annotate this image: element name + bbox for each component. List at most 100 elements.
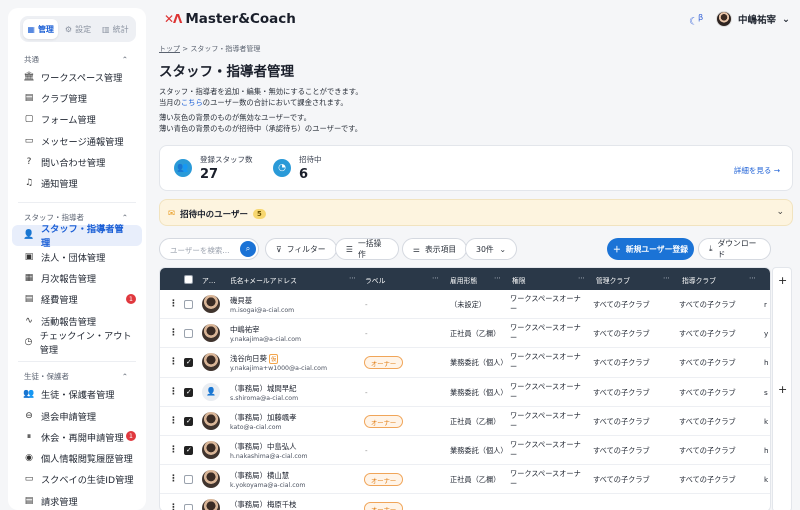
sidebar-item[interactable]: ◉ 個人情報閲覧履歴管理	[8, 447, 146, 468]
user-email: s.shiroma@a-cial.com	[230, 394, 299, 402]
coaching-club: すべての子クラブ	[679, 329, 736, 339]
page-size-select[interactable]: 30件 ⌄	[465, 238, 517, 260]
search-input[interactable]: ユーザーを検索... ⌕	[159, 238, 259, 260]
nav-section-header[interactable]: 生徒・保護者 ⌃	[8, 370, 146, 384]
sidebar-item[interactable]: 👤 スタッフ・指導者管理	[12, 224, 142, 249]
moon-icon: ☾	[689, 16, 698, 28]
user-email: m.isogai@a-cial.com	[230, 307, 295, 314]
sidebar: ▦ 管理 ⚙ 設定 ▥ 統計 共通 ⌃ 🏛 ワークスペース管理 ▤ クラブ管理 ▢ フォーム管理 ▭ メ…	[8, 8, 146, 510]
table-row[interactable]: ⋮ （事務局）中島弘人 h.nakashima@a-cial.com - 業務委…	[160, 436, 770, 466]
column-menu-icon[interactable]: ⋯	[578, 274, 585, 282]
sidebar-item[interactable]: ▭ メッセージ通報管理	[8, 130, 146, 151]
sidebar-item[interactable]: ▤ クラブ管理	[8, 87, 146, 108]
employment-type: 正社員（乙欄）	[450, 475, 501, 485]
table-row[interactable]: ⋮ （事務局）加藤颯孝 kato@a-cial.com オーナー 正社員（乙欄）…	[160, 407, 770, 436]
sidebar-item[interactable]: ♫ 通知管理	[8, 172, 146, 193]
search-button[interactable]: ⌕	[240, 241, 256, 257]
row-checkbox[interactable]	[184, 387, 193, 397]
sidebar-item[interactable]: ▢ フォーム管理	[8, 109, 146, 130]
column-menu-icon[interactable]: ⋯	[494, 274, 501, 282]
org-icon: ▣	[24, 251, 34, 262]
table-row[interactable]: ⋮ 👤 （事務局）城間早紀 s.shiroma@a-cial.com - 業務委…	[160, 378, 770, 407]
table-row[interactable]: ⋮ 中嶋祐宰 y.nakajima@a-cial.com - 正社員（乙欄） ワ…	[160, 319, 770, 349]
row-checkbox[interactable]	[184, 445, 193, 455]
sidebar-item[interactable]: ⊖ 退会申請管理	[8, 405, 146, 426]
row-menu-icon[interactable]: ⋮	[169, 357, 178, 367]
label-badge: オーナー	[364, 473, 404, 487]
row-menu-icon[interactable]: ⋮	[169, 387, 178, 397]
row-menu-icon[interactable]: ⋮	[169, 299, 178, 309]
table-side-panel: + +	[772, 267, 792, 510]
avatar	[202, 499, 220, 510]
sidebar-item[interactable]: ? 問い合わせ管理	[8, 151, 146, 172]
row-checkbox[interactable]	[184, 358, 193, 368]
row-menu-icon[interactable]: ⋮	[169, 445, 178, 455]
invited-users-panel[interactable]: ✉ 招待中のユーザー 5 ⌄	[159, 199, 793, 226]
column-menu-icon[interactable]: ⋯	[349, 274, 356, 282]
select-all-checkbox[interactable]	[184, 275, 193, 284]
avatar	[202, 470, 220, 489]
sidebar-item[interactable]: ▭ スクベイの生徒ID管理	[8, 469, 146, 490]
tab-stats[interactable]: ▥ 統計	[98, 19, 133, 39]
row-menu-icon[interactable]: ⋮	[169, 503, 178, 510]
table-row[interactable]: ⋮ （事務局）横山慧 k.yokoyama@a-cial.com オーナー 正社…	[160, 465, 770, 495]
sidebar-item[interactable]: ▤ 請求管理	[8, 490, 146, 510]
coaching-club: すべての子クラブ	[679, 475, 736, 485]
sidebar-nav: 共通 ⌃ 🏛 ワークスペース管理 ▤ クラブ管理 ▢ フォーム管理 ▭ メッセージ通報管理? 問い合…	[8, 52, 146, 510]
permission: ワークスペースオーナー	[510, 352, 581, 372]
row-checkbox[interactable]	[184, 475, 193, 485]
sidebar-item[interactable]: ⏸ 休会・再開申請管理 1	[8, 426, 146, 447]
breadcrumb: トップ > スタッフ・指導者管理	[159, 45, 261, 53]
column-menu-icon[interactable]: ⋯	[749, 274, 756, 282]
row-menu-icon[interactable]: ⋮	[169, 474, 178, 484]
columns-button[interactable]: ⚌ 表示項目	[402, 238, 468, 260]
nav-section-header[interactable]: 共通 ⌃	[8, 52, 146, 66]
user-menu[interactable]: 中嶋祐宰 ⌄	[716, 11, 790, 27]
user-email: h.nakashima@a-cial.com	[230, 452, 308, 460]
details-link[interactable]: 詳細を見る →	[734, 165, 780, 176]
app-logo[interactable]: ✕Λ Master&Coach	[164, 11, 296, 27]
row-checkbox[interactable]	[184, 416, 193, 426]
tab-settings[interactable]: ⚙ 設定	[60, 19, 95, 39]
sidebar-item[interactable]: 🏛 ワークスペース管理	[8, 66, 146, 87]
pause-circle-icon: ⏸	[26, 431, 32, 442]
sidebar-item[interactable]: ▦ 月次報告管理	[8, 267, 146, 288]
billing-link[interactable]: こちら	[181, 98, 203, 107]
user-name: （事務局）梅原千枝	[230, 500, 297, 510]
add-column-button[interactable]: +	[778, 274, 787, 287]
filter-button[interactable]: ⊽ フィルター	[265, 238, 337, 260]
bulk-action-button[interactable]: ☰ 一括操作	[335, 238, 399, 260]
label-empty: -	[365, 329, 368, 339]
tab-manage[interactable]: ▦ 管理	[23, 19, 59, 39]
sidebar-item[interactable]: ▣ 法人・団体管理	[8, 246, 146, 267]
plus-icon: ＋	[612, 244, 621, 254]
column-menu-icon[interactable]: ⋯	[663, 274, 670, 282]
row-menu-icon[interactable]: ⋮	[169, 328, 178, 338]
coaching-club: すべての子クラブ	[679, 358, 736, 368]
search-icon: ⌕	[245, 244, 251, 253]
download-button[interactable]: ⤓ ダウンロード	[698, 238, 771, 260]
row-checkbox[interactable]	[184, 504, 193, 510]
row-checkbox[interactable]	[184, 300, 193, 309]
avatar	[202, 353, 220, 372]
activity-icon: ∿	[25, 315, 33, 326]
table-row[interactable]: ⋮ （事務局）梅原千枝 オーナー	[160, 494, 770, 510]
overflow-cell: k	[764, 475, 769, 485]
overflow-cell: r	[764, 300, 767, 309]
table-row[interactable]: ⋮ 磯貝基 m.isogai@a-cial.com - （未設定） ワークスペー…	[160, 290, 770, 320]
sidebar-item[interactable]: ▤ 経費管理 1	[8, 289, 146, 310]
sidebar-item[interactable]: ◷ チェックイン・アウト管理	[8, 331, 146, 356]
row-menu-icon[interactable]: ⋮	[169, 416, 178, 426]
employment-type: 業務委託（個人）	[450, 445, 508, 455]
theme-toggle-button[interactable]: ☾β	[689, 12, 703, 27]
chat-icon: ▭	[24, 135, 34, 146]
column-menu-icon[interactable]: ⋯	[432, 274, 439, 282]
sidebar-item[interactable]: 👥 生徒・保護者管理	[8, 384, 146, 405]
add-column-button[interactable]: +	[778, 383, 787, 396]
logo-mark-icon: ✕Λ	[164, 12, 182, 26]
new-user-button[interactable]: ＋新規ユーザー登録	[607, 238, 694, 260]
provisional-badge: 仮	[268, 354, 279, 365]
breadcrumb-home-link[interactable]: トップ	[159, 45, 180, 53]
table-row[interactable]: ⋮ 浅谷向日葵仮 y.nakajima+w1000@a-cial.com オーナ…	[160, 348, 770, 378]
row-checkbox[interactable]	[184, 329, 193, 339]
